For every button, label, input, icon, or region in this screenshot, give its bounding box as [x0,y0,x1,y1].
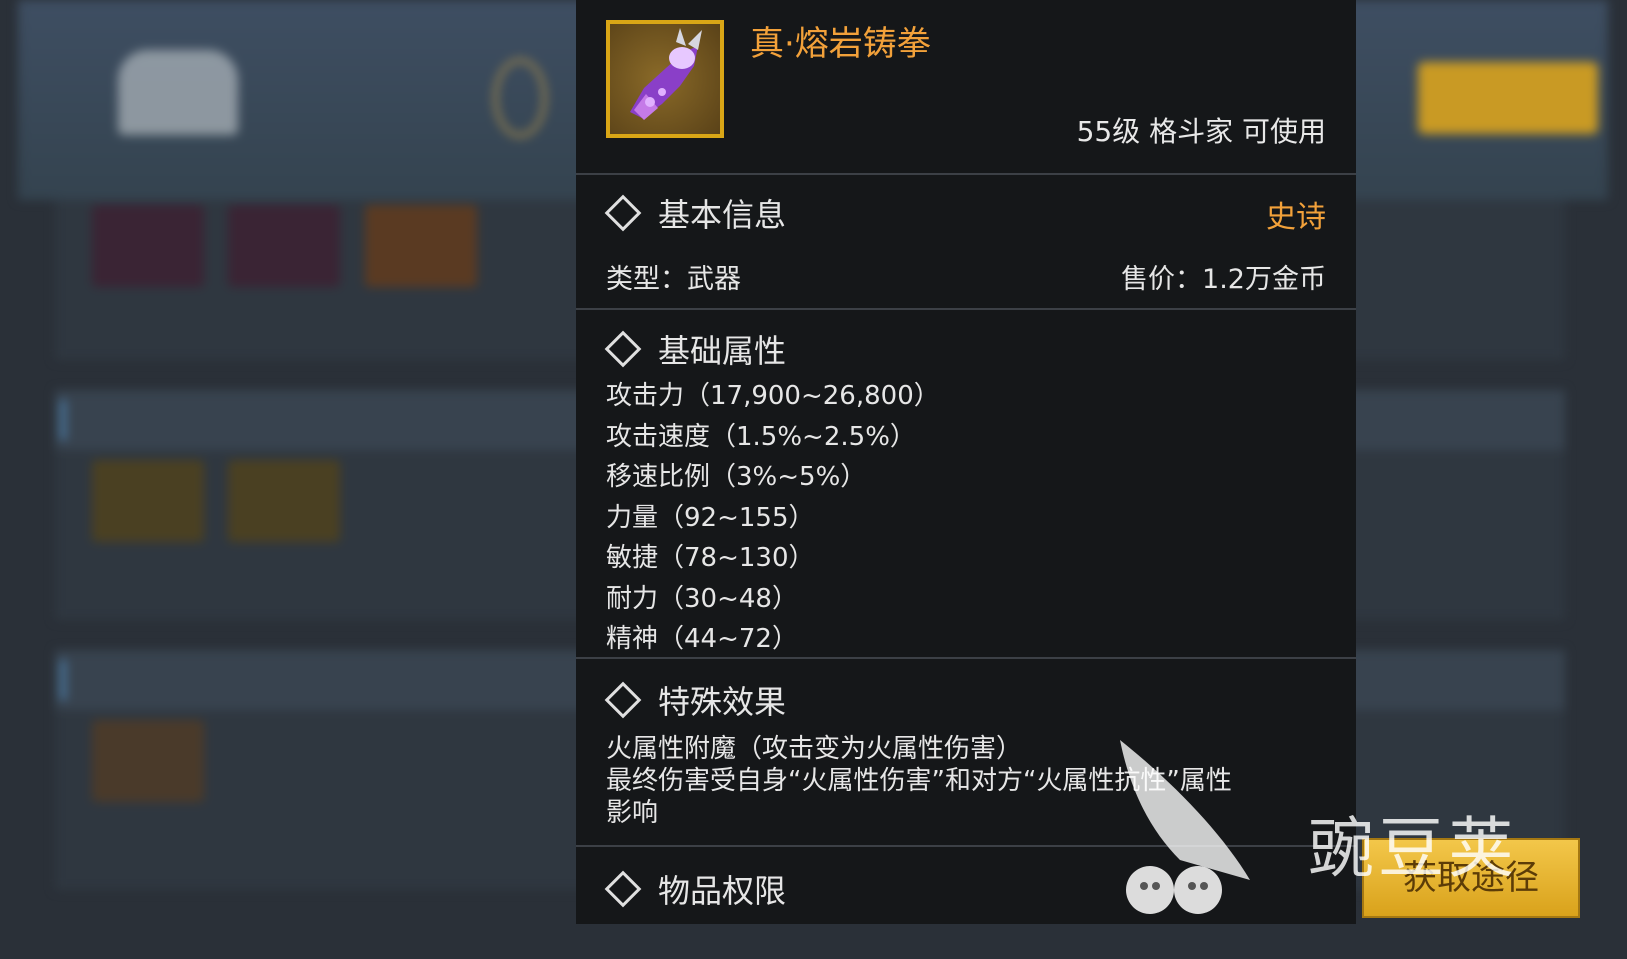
attribute-item: 敏捷（78~130） [606,543,815,573]
watermark-logo-icon [1110,740,1290,924]
attribute-item: 攻击速度（1.5%~2.5%） [606,421,916,452]
item-name: 真·熔岩铸拳 [750,24,931,64]
basic-info-header: 基本信息 [604,190,787,236]
diamond-icon [604,330,642,368]
watermark-text: 豌豆荚 [1308,810,1518,887]
attribute-item: 耐力（30~48） [606,583,798,614]
bg-item-icon [228,205,340,287]
item-price: 售价：1.2万金币 [1121,264,1326,295]
section-title: 基本信息 [658,196,787,234]
bg-item-icon [92,205,204,287]
diamond-icon [604,681,642,719]
bg-item-icon [92,460,204,542]
special-effects-header: 特殊效果 [604,677,787,723]
item-type: 类型：武器 [606,264,741,295]
section-title: 基础属性 [658,332,787,370]
attribute-item: 精神（44~72） [606,624,798,654]
divider [576,173,1356,175]
attribute-list: 攻击力（17,900~26,800） 攻击速度（1.5%~2.5%） 移速比例（… [606,376,940,660]
item-requirement: 55级 格斗家 可使用 [1076,115,1326,148]
bg-item-icon [228,460,340,542]
section-title: 特殊效果 [658,683,787,721]
divider [576,657,1356,659]
bg-item-icon [365,205,477,287]
base-attributes-header: 基础属性 [604,326,787,372]
gauntlet-icon [606,20,724,138]
section-title: 物品权限 [658,872,787,910]
bg-header-button [1418,62,1598,134]
bg-item-icon [92,720,204,802]
attribute-item: 攻击力（17,900~26,800） [606,381,940,411]
rarity-label: 史诗 [1266,200,1326,235]
item-permission-header: 物品权限 [604,866,787,912]
diamond-icon [604,194,642,232]
bg-gem-icon [493,58,547,138]
attribute-item: 移速比例（3%~5%） [606,462,867,492]
attribute-item: 力量（92~155） [606,502,815,533]
divider [576,308,1356,310]
bg-character-icon [118,50,238,135]
diamond-icon [604,870,642,908]
